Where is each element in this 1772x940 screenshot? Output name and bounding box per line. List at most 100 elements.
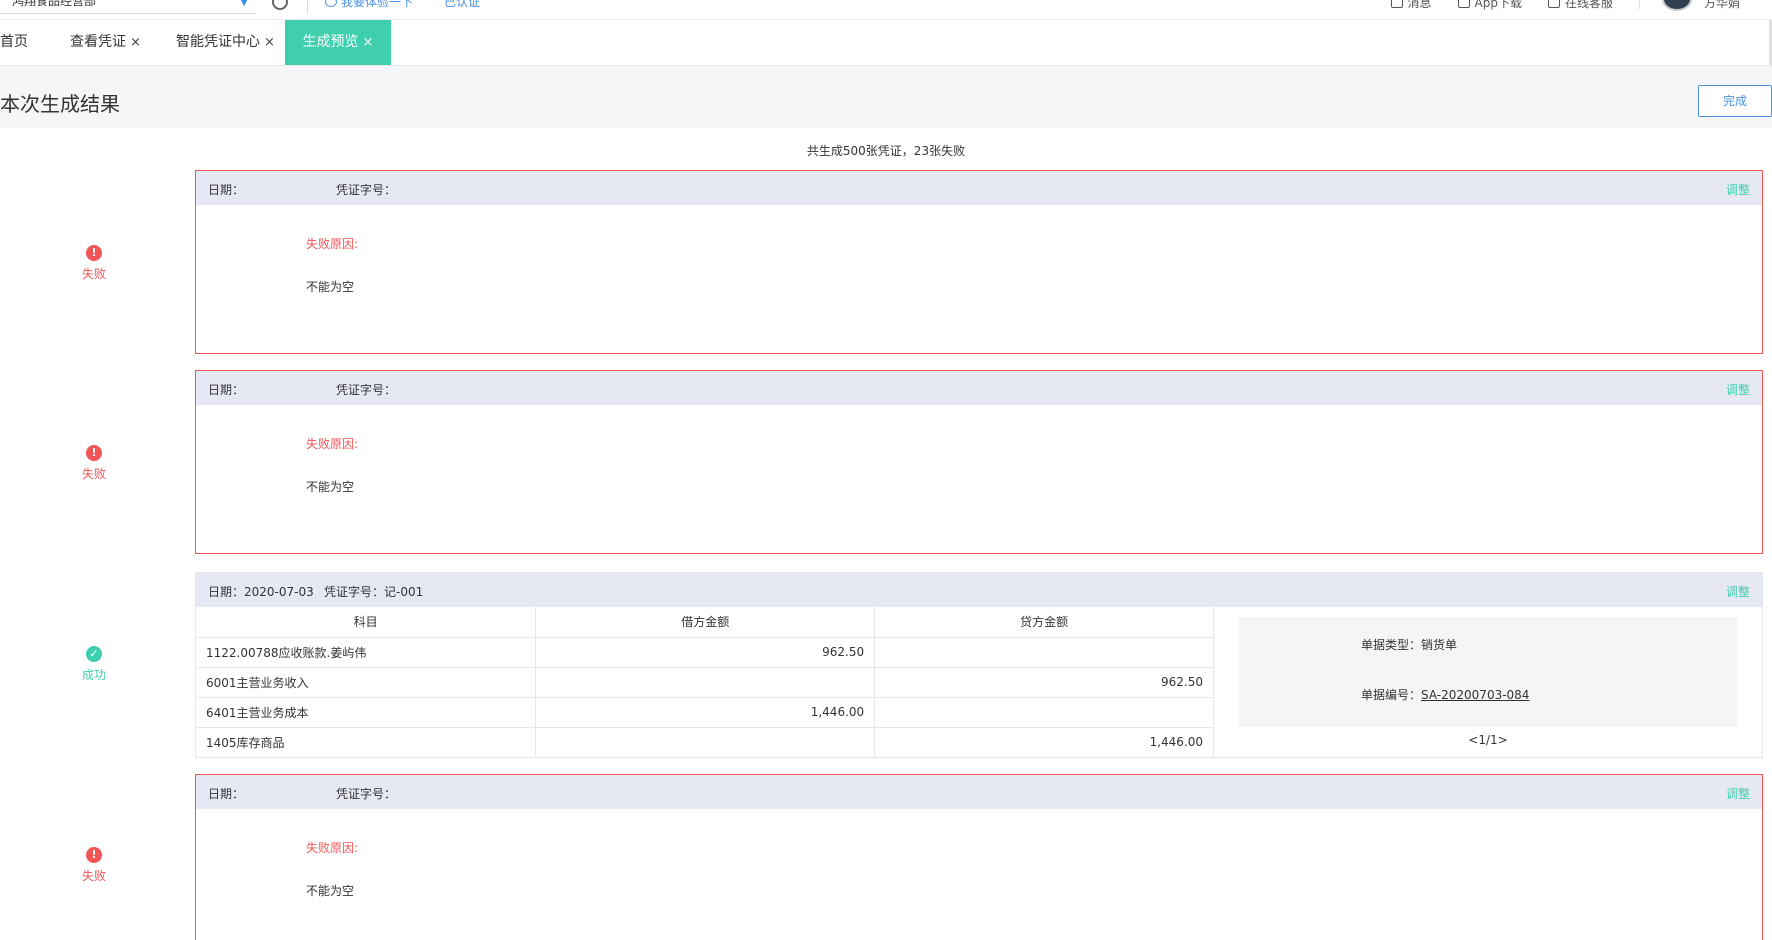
voucher-no-label: 凭证字号： — [336, 183, 397, 197]
table-row: 6401主营业务成本 1,446.00 — [196, 697, 1214, 728]
alert-icon: ! — [86, 245, 102, 261]
table-row: 6001主营业务收入 962.50 — [196, 667, 1214, 698]
headset-icon — [1547, 0, 1560, 8]
app-download-link[interactable]: App下载 — [1457, 0, 1522, 11]
document-info-panel: 单据类型：销货单 单据编号：SA-20200703-084 — [1239, 617, 1737, 727]
doc-type-value: 销货单 — [1421, 638, 1458, 652]
chevron-down-icon: ▼ — [240, 0, 248, 8]
column-header: 贷方金额 — [874, 607, 1214, 638]
doc-number: 单据编号：SA-20200703-084 — [1361, 686, 1529, 703]
fail-reason-text: 不能为空 — [306, 280, 355, 294]
tab-label: 生成预览 — [302, 34, 359, 50]
table-row: 1405库存商品 1,446.00 — [196, 727, 1214, 758]
credit-cell — [874, 697, 1214, 728]
top-bar: 鸿翔食品经营部 ▼ 我要体验一下 已认证 消息 App下载 在线客服 方华娟 — [0, 0, 1772, 20]
debit-cell: 962.50 — [535, 637, 876, 668]
pager[interactable]: <1/1> — [1239, 733, 1737, 747]
status-label: 失败 — [81, 267, 106, 281]
voucher-card: 日期：2020-07-03 凭证字号：记-001 调整 科目 借方金额 贷方金额… — [195, 572, 1763, 758]
voucher-header: 日期： 凭证字号： 调整 — [196, 171, 1762, 205]
divider — [1638, 0, 1640, 9]
voucher-no-label: 凭证字号： — [336, 383, 397, 397]
voucher-body: 科目 借方金额 贷方金额 1122.00788应收账款.姜屿伟 962.50 6… — [196, 607, 1762, 758]
account-cell: 6001主营业务收入 — [196, 667, 537, 698]
tab-home[interactable]: 首页 — [0, 20, 28, 65]
voucher-card: 日期： 凭证字号： 调整 失败原因: 不能为空 — [195, 170, 1763, 354]
date-label: 日期： — [208, 585, 245, 599]
company-select[interactable]: 鸿翔食品经营部 ▼ — [0, 0, 256, 14]
fail-body: 失败原因: 不能为空 — [196, 205, 1762, 353]
page-header: 本次生成结果 完成 — [0, 66, 1772, 128]
gear-icon[interactable] — [272, 0, 288, 10]
online-service-link[interactable]: 在线客服 — [1547, 0, 1613, 11]
voucher-header: 日期： 凭证字号： 调整 — [196, 775, 1762, 809]
debit-cell — [535, 727, 876, 758]
status-fail: ! 失败 — [74, 847, 114, 884]
page-title: 本次生成结果 — [0, 92, 120, 116]
voucher-card: 日期： 凭证字号： 调整 失败原因: 不能为空 — [195, 774, 1763, 940]
company-name: 鸿翔食品经营部 — [12, 0, 97, 8]
certified-badge[interactable]: 已认证 — [444, 0, 480, 10]
username[interactable]: 方华娟 — [1704, 0, 1740, 11]
date-label: 日期： — [208, 383, 245, 397]
close-icon[interactable]: × — [130, 35, 141, 50]
doc-type-label: 单据类型： — [1361, 638, 1422, 652]
online-service-label: 在线客服 — [1564, 0, 1613, 10]
check-icon: ✓ — [86, 646, 102, 662]
status-label: 失败 — [81, 869, 106, 883]
close-icon[interactable]: × — [363, 35, 374, 50]
top-right-menu: 消息 App下载 在线客服 方华娟 — [1390, 0, 1772, 11]
fail-reason-label: 失败原因: — [306, 437, 359, 451]
date-label: 日期： — [208, 183, 245, 197]
messages-link[interactable]: 消息 — [1390, 0, 1432, 11]
account-cell: 1405库存商品 — [196, 727, 537, 758]
voucher-no-value: 记-001 — [384, 585, 424, 599]
message-icon — [1390, 0, 1403, 8]
alert-icon: ! — [86, 847, 102, 863]
doc-no-label: 单据编号： — [1361, 688, 1422, 702]
results-panel: 共生成500张凭证，23张失败 ! 失败 日期： 凭证字号： 调整 失败原因: … — [0, 128, 1772, 940]
date-value: 2020-07-03 — [244, 585, 314, 599]
voucher-header: 日期：2020-07-03 凭证字号：记-001 调整 — [196, 573, 1762, 607]
credit-cell — [874, 637, 1214, 668]
fail-reason-label: 失败原因: — [306, 237, 359, 251]
adjust-link[interactable]: 调整 — [1726, 583, 1750, 600]
tab-label: 查看凭证 — [70, 34, 126, 50]
account-cell: 1122.00788应收账款.姜屿伟 — [196, 637, 537, 668]
phone-icon — [1457, 0, 1470, 8]
tab-smart-voucher-center[interactable]: 智能凭证中心 × — [176, 20, 275, 65]
status-fail: ! 失败 — [74, 245, 114, 282]
status-success: ✓ 成功 — [74, 646, 114, 683]
tab-generate-preview[interactable]: 生成预览 × — [285, 20, 391, 65]
entries-table: 科目 借方金额 贷方金额 1122.00788应收账款.姜屿伟 962.50 6… — [196, 607, 1214, 758]
tab-label: 首页 — [0, 34, 28, 50]
tab-label: 智能凭证中心 — [176, 34, 260, 50]
tab-bar: 首页 查看凭证 × 智能凭证中心 × 生成预览 × — [0, 20, 1772, 66]
date-field: 日期：2020-07-03 — [208, 583, 314, 600]
done-button[interactable]: 完成 — [1698, 85, 1772, 117]
doc-no-link[interactable]: SA-20200703-084 — [1421, 688, 1529, 702]
adjust-link[interactable]: 调整 — [1726, 785, 1750, 802]
table-row: 1122.00788应收账款.姜屿伟 962.50 — [196, 637, 1214, 668]
column-header: 借方金额 — [535, 607, 876, 638]
close-icon[interactable]: × — [264, 35, 275, 50]
try-link[interactable]: 我要体验一下 — [325, 0, 413, 10]
debit-cell — [535, 667, 876, 698]
tab-view-voucher[interactable]: 查看凭证 × — [70, 20, 141, 65]
chat-icon — [325, 0, 337, 7]
fail-reason-label: 失败原因: — [306, 841, 359, 855]
adjust-link[interactable]: 调整 — [1726, 181, 1750, 198]
try-link-label: 我要体验一下 — [341, 0, 414, 9]
fail-reason-text: 不能为空 — [306, 884, 355, 898]
doc-type: 单据类型：销货单 — [1361, 636, 1457, 653]
voucher-no-label: 凭证字号： — [324, 585, 385, 599]
status-label: 失败 — [81, 467, 106, 481]
divider — [307, 0, 308, 14]
adjust-link[interactable]: 调整 — [1726, 381, 1750, 398]
fail-reason-text: 不能为空 — [306, 480, 355, 494]
avatar[interactable] — [1661, 0, 1692, 11]
table-header-row: 科目 借方金额 贷方金额 — [196, 607, 1214, 638]
fail-body: 失败原因: 不能为空 — [196, 405, 1762, 553]
alert-icon: ! — [86, 445, 102, 461]
account-cell: 6401主营业务成本 — [196, 697, 537, 728]
